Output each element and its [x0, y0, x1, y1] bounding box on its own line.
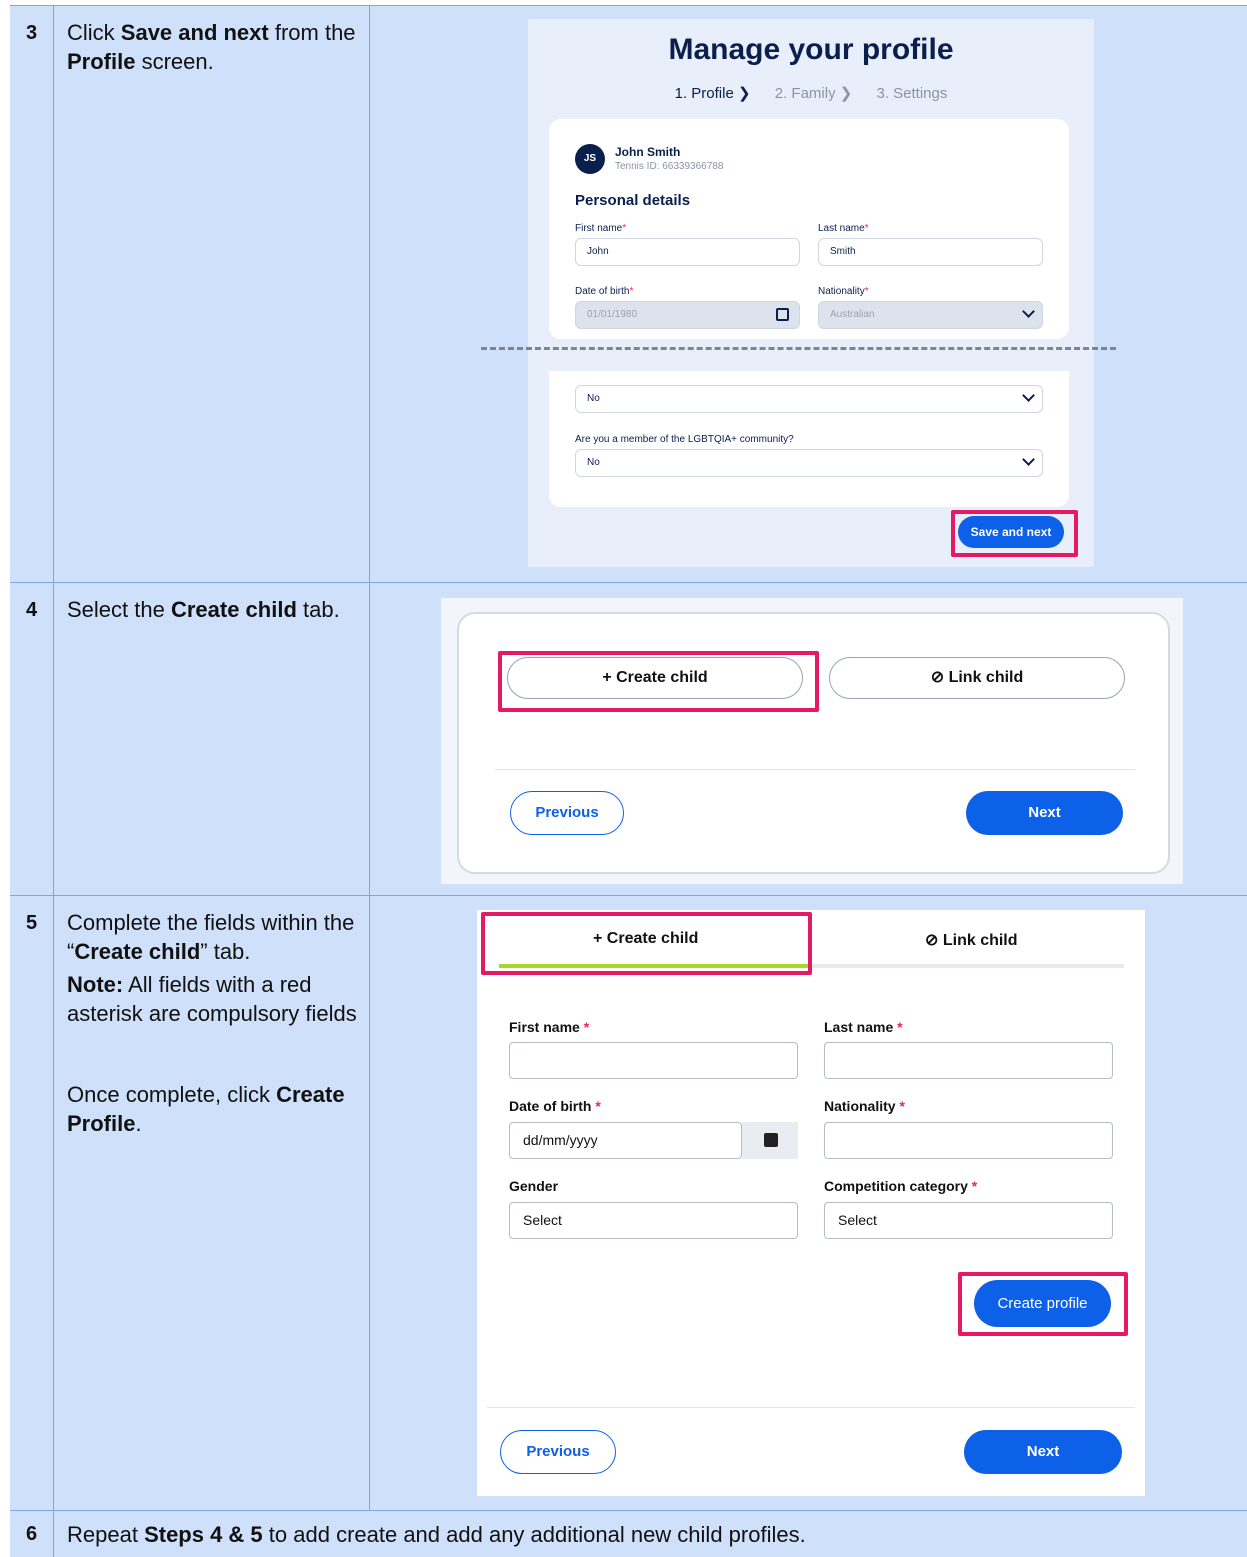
step-instruction: Complete the fields within the “Create c…: [54, 896, 370, 1510]
last-name-input[interactable]: Smith: [818, 238, 1043, 266]
first-name-label: First name *: [509, 1019, 590, 1035]
last-name-input[interactable]: [824, 1042, 1113, 1079]
step-number: 5: [26, 912, 38, 934]
divider: [487, 1407, 1135, 1408]
instruction-text: Select the Create child tab.: [67, 597, 340, 622]
step-number: 6: [26, 1523, 38, 1545]
calendar-icon: [776, 308, 789, 321]
select-field[interactable]: No: [575, 385, 1043, 413]
chevron-down-icon: [1022, 389, 1035, 402]
step-settings[interactable]: 3. Settings: [876, 85, 947, 102]
step-row-5: 5 Complete the fields within the “Create…: [10, 895, 1247, 1510]
step-number: 3: [26, 22, 38, 44]
calendar-button[interactable]: [742, 1122, 798, 1159]
chevron-down-icon: [1022, 453, 1035, 466]
highlight-box: [498, 651, 819, 712]
nationality-label: Nationality *: [824, 1098, 905, 1114]
step-number: 4: [26, 599, 38, 621]
nationality-select[interactable]: Australian: [818, 301, 1043, 329]
tab-link-child[interactable]: ⊘ Link child: [925, 930, 1018, 950]
next-button[interactable]: Next: [964, 1430, 1122, 1474]
tennis-id: Tennis ID: 66339366788: [615, 161, 724, 172]
profile-card-bottom: No Are you a member of the LGBTQIA+ comm…: [549, 371, 1069, 507]
dob-label: Date of birth*: [575, 286, 634, 297]
step-number-cell: 3: [10, 6, 54, 582]
instruction-text: Repeat Steps 4 & 5 to add create and add…: [67, 1522, 806, 1547]
calendar-icon: [764, 1133, 778, 1147]
gender-select[interactable]: Select: [509, 1202, 798, 1239]
cut-divider: [481, 347, 1116, 350]
family-screenshot: + Create child ⊘ Link child Previous Nex…: [441, 598, 1183, 884]
create-child-screenshot: + Create child ⊘ Link child First name *…: [477, 910, 1145, 1496]
profile-card: JS John Smith Tennis ID: 66339366788 Per…: [549, 119, 1069, 339]
avatar: JS: [575, 144, 605, 174]
profile-screenshot: Manage your profile 1. Profile ❯ 2. Fami…: [528, 19, 1094, 567]
highlight-box: [481, 912, 812, 975]
first-name-input[interactable]: John: [575, 238, 800, 266]
instruction-text: Click Save and next from the Profile scr…: [67, 20, 356, 74]
highlight-box: [958, 1272, 1128, 1336]
instruction-done: Once complete, click Create Profile.: [67, 1082, 345, 1136]
dob-label: Date of birth *: [509, 1098, 601, 1114]
gender-label: Gender: [509, 1178, 559, 1194]
step-number-cell: 6: [10, 1511, 54, 1557]
step-screenshot-cell: + Create child ⊘ Link child Previous Nex…: [371, 583, 1247, 895]
previous-button[interactable]: Previous: [500, 1430, 616, 1474]
previous-button[interactable]: Previous: [510, 791, 624, 835]
instruction-text: Complete the fields within the “Create c…: [67, 910, 355, 964]
step-number-cell: 4: [10, 583, 54, 895]
competition-category-select[interactable]: Select: [824, 1202, 1113, 1239]
link-child-button[interactable]: ⊘ Link child: [829, 657, 1125, 699]
user-name: John Smith: [615, 145, 681, 159]
step-screenshot-cell: + Create child ⊘ Link child First name *…: [371, 896, 1247, 1510]
step-screenshot-cell: Manage your profile 1. Profile ❯ 2. Fami…: [371, 6, 1247, 582]
chevron-down-icon: [1022, 305, 1035, 318]
step-instruction: Select the Create child tab.: [54, 583, 370, 895]
last-name-label: Last name *: [824, 1019, 903, 1035]
step-number-cell: 5: [10, 896, 54, 1510]
divider: [495, 769, 1135, 770]
next-button[interactable]: Next: [966, 791, 1123, 835]
dob-input[interactable]: 01/01/1980: [575, 301, 800, 329]
lgbt-label: Are you a member of the LGBTQIA+ communi…: [575, 434, 794, 445]
step-row-3: 3 Click Save and next from the Profile s…: [10, 5, 1247, 582]
first-name-input[interactable]: [509, 1042, 798, 1079]
dob-input[interactable]: dd/mm/yyyy: [509, 1122, 742, 1159]
nationality-input[interactable]: [824, 1122, 1113, 1159]
highlight-box: [951, 510, 1078, 557]
competition-category-label: Competition category *: [824, 1178, 978, 1194]
step-instruction: Click Save and next from the Profile scr…: [54, 6, 370, 582]
instruction-note: Note: All fields with a red asterisk are…: [67, 972, 357, 1026]
first-name-label: First name*: [575, 223, 627, 234]
step-profile[interactable]: 1. Profile ❯: [675, 85, 751, 102]
step-family[interactable]: 2. Family ❯: [775, 85, 853, 102]
nationality-label: Nationality*: [818, 286, 869, 297]
step-row-4: 4 Select the Create child tab. + Create …: [10, 582, 1247, 895]
page-title: Manage your profile: [668, 33, 954, 66]
lgbt-select[interactable]: No: [575, 449, 1043, 477]
section-title: Personal details: [575, 192, 691, 209]
last-name-label: Last name*: [818, 223, 869, 234]
step-row-6: 6 Repeat Steps 4 & 5 to add create and a…: [10, 1510, 1247, 1557]
progress-steps: 1. Profile ❯ 2. Family ❯ 3. Settings: [528, 84, 1094, 102]
